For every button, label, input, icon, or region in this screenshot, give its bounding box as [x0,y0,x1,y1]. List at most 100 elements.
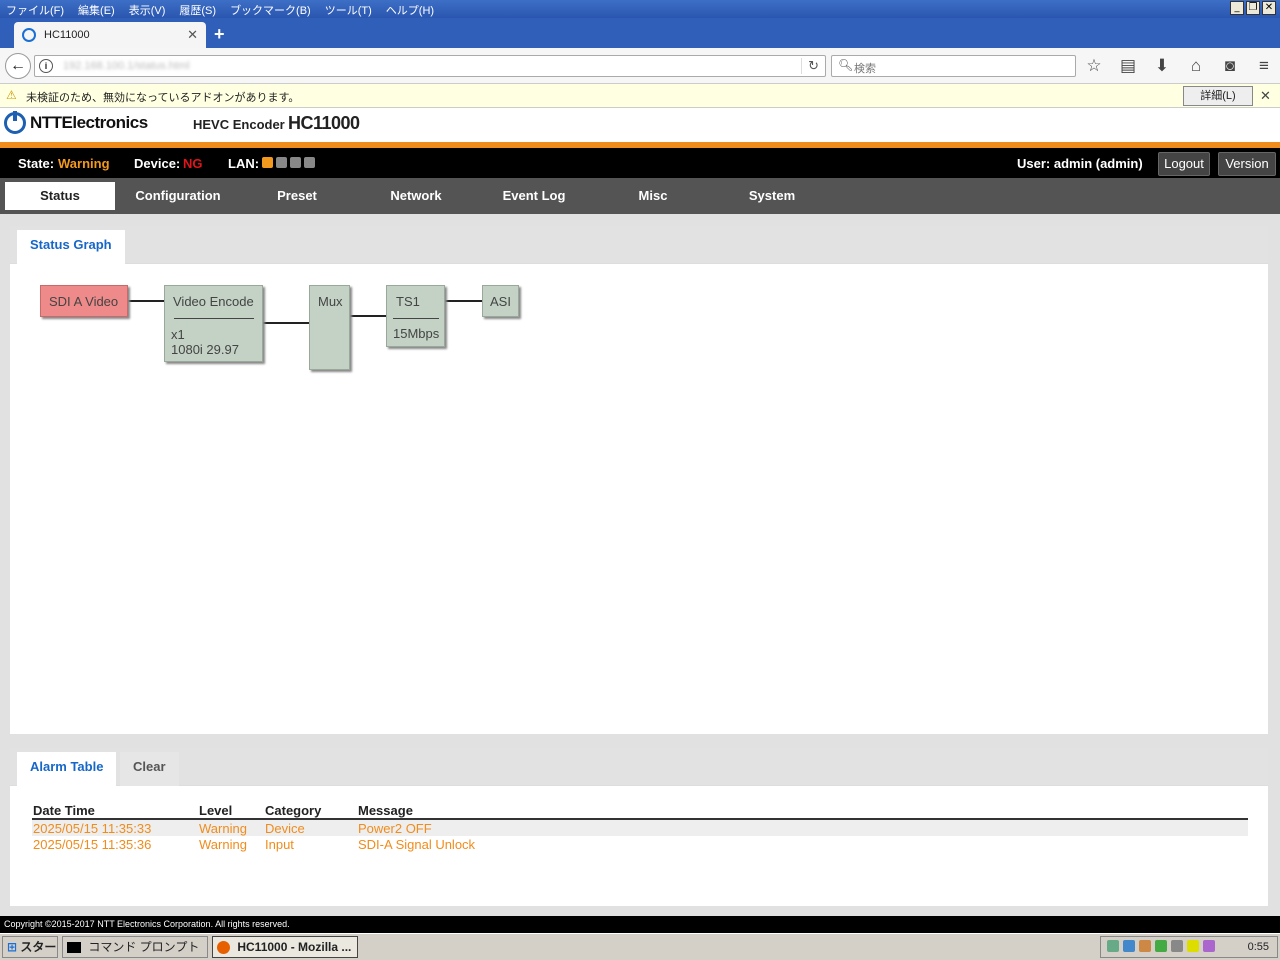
browser-toolbar: ← i 192.168.100.1/status.html ↻ 🔍︎ 検索 ☆ … [0,48,1280,84]
node-asi[interactable]: ASI [482,285,519,317]
windows-taskbar: ⊞ スタート コマンド プロンプト HC11000 - Mozilla ... … [0,933,1280,960]
menu-view[interactable]: 表示(V) [129,2,166,18]
status-graph-panel: Status Graph SDI A Video Video Encode x1… [10,226,1268,734]
node-video-encode[interactable]: Video Encode x1 1080i 29.97 [164,285,263,362]
address-bar[interactable]: i 192.168.100.1/status.html ↻ [34,55,826,77]
tab-system[interactable]: System [717,182,827,210]
address-text: 192.168.100.1/status.html [63,60,190,72]
alarm-table-headers: Date Time Level Category Message [32,802,1248,820]
node-sdi-a-video[interactable]: SDI A Video [40,285,128,317]
node-venc-count: x1 [171,327,185,342]
lan-indicators [262,157,315,168]
close-icon[interactable]: ✕ [1262,1,1276,15]
link-mux-ts [350,315,386,317]
pocket-icon[interactable]: ◙ [1220,56,1240,76]
bookmark-star-icon[interactable]: ☆ [1084,56,1104,76]
alarm-table: Date Time Level Category Message 2025/05… [32,802,1248,852]
tray-icons [1107,940,1215,952]
table-row[interactable]: 2025/05/15 11:35:36 Warning Input SDI-A … [32,836,1248,852]
windows-logo-icon: ⊞ [7,940,18,954]
lan-port-2-indicator [276,157,287,168]
menu-list: ファイル(F) 編集(E) 表示(V) 履歴(S) ブックマーク(B) ツール(… [6,2,434,18]
minimize-icon[interactable]: _ [1230,1,1244,15]
restore-icon[interactable]: ❐ [1246,1,1260,15]
copyright-footer: Copyright ©2015-2017 NTT Electronics Cor… [0,916,1280,933]
lan-port-1-indicator [262,157,273,168]
product-name: HEVC Encoder [193,117,285,132]
menu-history[interactable]: 履歴(S) [179,2,216,18]
monitor-tray-icon[interactable] [1123,940,1135,952]
cmd-icon [67,942,81,954]
network-tray-icon[interactable] [1107,940,1119,952]
alert-tray-icon[interactable] [1187,940,1199,952]
search-placeholder: 検索 [854,63,876,75]
table-row[interactable]: 2025/05/15 11:35:33 Warning Device Power… [32,820,1248,836]
cell-date-time: 2025/05/15 11:35:33 [33,821,152,836]
menu-file[interactable]: ファイル(F) [6,2,64,18]
version-button[interactable]: Version [1218,152,1276,176]
main-navigation: Status Configuration Preset Network Even… [0,178,1280,214]
tab-network[interactable]: Network [361,182,471,210]
node-mux[interactable]: Mux [309,285,350,370]
lan-label: LAN: [228,156,260,171]
home-icon[interactable]: ⌂ [1186,56,1206,76]
link-ts-asi [445,300,482,302]
firefox-icon [217,941,230,955]
menu-bookmarks[interactable]: ブックマーク(B) [230,2,311,18]
clear-button[interactable]: Clear [120,752,179,786]
browser-tab[interactable]: HC11000 ✕ [14,22,206,48]
header-date-time: Date Time [33,803,95,818]
notification-message: 未検証のため、無効になっているアドオンがあります。 [26,92,300,104]
warning-icon: ⚠ [6,88,17,102]
tab-title: HC11000 [44,29,90,41]
hamburger-menu-icon[interactable]: ≡ [1254,56,1274,76]
bookmarks-list-icon[interactable]: ▤ [1118,56,1138,76]
details-button[interactable]: 詳細(L) [1183,86,1253,106]
ntt-logo-icon [4,111,26,134]
menu-help[interactable]: ヘルプ(H) [386,2,434,18]
tab-strip: HC11000 ✕ + [0,18,1280,48]
sync-tray-icon[interactable] [1155,940,1167,952]
new-tab-button[interactable]: + [214,24,225,45]
tab-status-graph[interactable]: Status Graph [17,230,125,264]
cell-date-time: 2025/05/15 11:35:36 [33,837,152,852]
header-message: Message [358,803,413,818]
state-label: State: [18,156,55,171]
menu-tools[interactable]: ツール(T) [325,2,372,18]
search-input[interactable]: 🔍︎ 検索 [831,55,1076,77]
notification-close-icon[interactable]: ✕ [1260,88,1271,104]
node-mux-label: Mux [318,294,343,309]
taskbar-item-command-prompt[interactable]: コマンド プロンプト [62,936,208,958]
model-name: HC11000 [288,113,360,133]
taskbar-item-firefox[interactable]: HC11000 - Mozilla ... [212,936,358,958]
window-menubar: ファイル(F) 編集(E) 表示(V) 履歴(S) ブックマーク(B) ツール(… [0,0,1280,18]
tab-status[interactable]: Status [5,182,115,210]
tab-event-log[interactable]: Event Log [479,182,589,210]
tab-alarm-table[interactable]: Alarm Table [17,752,117,786]
user-info: User: admin (admin) [1017,156,1143,171]
system-tray: 0:55 [1100,936,1278,958]
tab-configuration[interactable]: Configuration [123,182,233,210]
menu-edit[interactable]: 編集(E) [78,2,115,18]
tab-misc[interactable]: Misc [598,182,708,210]
download-icon[interactable]: ⬇ [1152,56,1172,76]
device-value: NG [183,156,203,171]
node-venc-separator [174,318,254,319]
status-graph-header: Status Graph [10,226,1268,264]
volume-tray-icon[interactable] [1203,940,1215,952]
node-ts1[interactable]: TS1 15Mbps [386,285,445,347]
logout-button[interactable]: Logout [1158,152,1210,176]
taskbar-item-label: コマンド プロンプト [88,940,200,954]
content-area: Status Graph SDI A Video Video Encode x1… [0,214,1280,916]
header-category: Category [265,803,322,818]
window-controls: _ ❐ ✕ [1230,1,1276,15]
site-info-icon[interactable]: i [39,59,53,73]
app-tray-icon[interactable] [1139,940,1151,952]
cell-message: Power2 OFF [358,821,432,836]
tab-close-icon[interactable]: ✕ [187,27,198,43]
reload-icon[interactable]: ↻ [801,58,819,74]
back-arrow-icon[interactable]: ← [5,53,31,79]
device-tray-icon[interactable] [1171,940,1183,952]
tab-preset[interactable]: Preset [242,182,352,210]
start-button[interactable]: ⊞ スタート [2,936,58,958]
